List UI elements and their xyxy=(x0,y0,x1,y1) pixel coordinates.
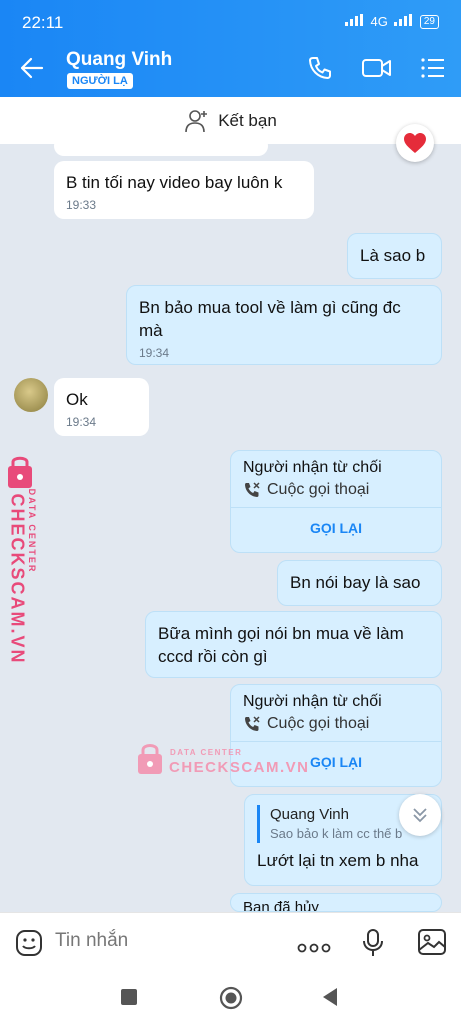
heart-icon xyxy=(404,133,426,153)
message-text: B tin tối nay video bay luôn k xyxy=(66,173,283,192)
message-bubble-outgoing[interactable]: Bạn đã hủy xyxy=(230,893,442,912)
double-chevron-down-icon xyxy=(413,808,427,823)
message-time: 19:33 xyxy=(66,198,97,212)
call-status: Người nhận từ chối xyxy=(243,693,382,710)
message-bubble-outgoing[interactable]: Là sao b xyxy=(347,233,442,279)
list-menu-icon xyxy=(421,58,444,78)
message-input[interactable]: Tin nhắn xyxy=(55,930,128,952)
chat-header: 22:11 4G 29 Quang Vinh NGƯỜI LẠ xyxy=(0,0,461,97)
system-nav-bar xyxy=(0,972,461,1024)
emoji-button[interactable] xyxy=(15,929,43,962)
lock-watermark-icon xyxy=(138,744,162,774)
contact-name[interactable]: Quang Vinh xyxy=(66,49,172,71)
scroll-down-button[interactable] xyxy=(399,794,441,836)
more-dots-icon xyxy=(297,943,331,953)
back-button[interactable] xyxy=(20,57,44,84)
status-time: 22:11 xyxy=(22,13,64,32)
message-time: 19:34 xyxy=(139,346,170,360)
image-icon xyxy=(418,929,446,955)
call-card: Người nhận từ chối Cuộc gọi thoại GỌI LẠ… xyxy=(230,450,442,553)
stranger-badge: NGƯỜI LẠ xyxy=(67,73,133,89)
microphone-icon xyxy=(363,929,383,956)
add-friend-label: Kết bạn xyxy=(218,110,277,130)
message-bubble-outgoing[interactable]: Bn bảo mua tool về làm gì cũng đc mà 19:… xyxy=(126,285,442,365)
signal-icon-2 xyxy=(393,14,414,29)
message-text: Là sao b xyxy=(360,246,426,265)
call-back-button[interactable]: GỌI LẠI xyxy=(231,507,441,548)
video-call-button[interactable] xyxy=(361,55,393,86)
home-button[interactable] xyxy=(219,986,243,1015)
watermark-center xyxy=(136,742,164,781)
message-text: Bữa mình gọi nói bn mua về làm cccd rồi … xyxy=(158,624,404,666)
missed-call-icon xyxy=(245,716,260,731)
watermark-brand: CHECKSCAM.VN xyxy=(7,493,28,665)
watermark-label: DATA CENTER xyxy=(27,488,37,574)
triangle-back-icon xyxy=(323,988,337,1006)
missed-call-icon xyxy=(245,482,260,497)
system-back-button[interactable] xyxy=(321,987,339,1012)
message-bubble-outgoing[interactable]: Bn nói bay là sao xyxy=(277,560,442,606)
call-type: Cuộc gọi thoại xyxy=(267,481,370,498)
message-bubble-outgoing[interactable]: Bữa mình gọi nói bn mua về làm cccd rồi … xyxy=(145,611,442,678)
watermark-center-label: DATA CENTER xyxy=(170,748,243,757)
status-icons: 4G 29 xyxy=(344,14,439,29)
message-text: Lướt lại tn xem b nha xyxy=(257,851,419,870)
battery-icon: 29 xyxy=(419,14,439,29)
watermark-center-brand: CHECKSCAM.VN xyxy=(169,759,310,776)
call-status: Người nhận từ chối xyxy=(243,459,382,476)
signal-icon xyxy=(344,14,365,29)
message-bubble-incoming[interactable]: Ok 19:34 xyxy=(54,378,149,436)
voice-message-button[interactable] xyxy=(362,928,384,963)
voice-call-button[interactable] xyxy=(307,55,333,86)
call-type: Cuộc gọi thoại xyxy=(267,715,370,732)
phone-icon xyxy=(309,57,331,79)
like-button[interactable] xyxy=(396,124,434,162)
message-text: Bn bảo mua tool về làm gì cũng đc mà xyxy=(139,298,401,340)
message-text: Bn nói bay là sao xyxy=(290,573,421,592)
add-user-icon xyxy=(185,109,208,132)
message-bubble-partial xyxy=(54,136,268,156)
network-type: 4G xyxy=(370,14,388,29)
message-input-bar: Tin nhắn xyxy=(0,912,461,973)
message-text: Bạn đã hủy xyxy=(243,899,319,912)
message-text: Ok xyxy=(66,390,88,409)
avatar[interactable] xyxy=(14,378,48,412)
sticker-face-icon xyxy=(16,930,42,956)
video-camera-icon xyxy=(362,59,391,77)
menu-button[interactable] xyxy=(420,55,446,86)
home-circle-icon xyxy=(219,986,243,1010)
message-time: 19:34 xyxy=(66,415,97,429)
message-bubble-incoming[interactable]: B tin tối nay video bay luôn k 19:33 xyxy=(54,161,314,219)
recents-button[interactable] xyxy=(121,989,137,1005)
more-options-button[interactable] xyxy=(297,940,331,958)
gallery-button[interactable] xyxy=(417,928,447,961)
